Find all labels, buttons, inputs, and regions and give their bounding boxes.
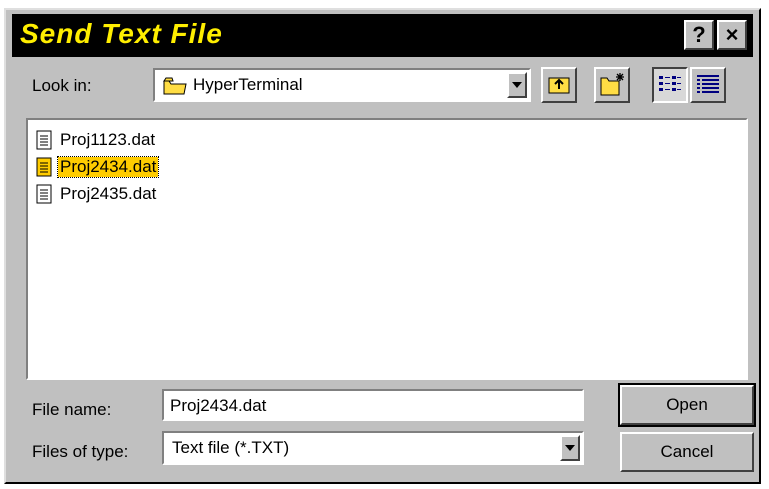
file-name-label: Proj1123.dat <box>60 130 156 149</box>
open-button[interactable]: Open <box>618 383 756 427</box>
details-view-icon <box>697 75 719 93</box>
file-item-proj1123[interactable]: Proj1123.dat <box>36 128 157 152</box>
close-button[interactable]: × <box>717 20 747 50</box>
title-bar[interactable]: Send Text File ? × <box>12 14 753 57</box>
file-name-value: Proj2434.dat <box>170 396 267 415</box>
look-in-value: HyperTerminal <box>193 75 303 94</box>
help-button[interactable]: ? <box>684 20 714 50</box>
look-in-label: Look in: <box>32 76 92 95</box>
chevron-down-icon <box>512 82 522 88</box>
files-of-type-value: Text file (*.TXT) <box>172 438 290 457</box>
files-of-type-label: Files of type: <box>32 442 129 461</box>
cancel-button[interactable]: Cancel <box>620 432 754 472</box>
file-list[interactable]: Proj1123.dat Proj2434.dat Proj2435.dat <box>26 118 748 380</box>
files-of-type-dropdown-button[interactable] <box>560 435 580 461</box>
folder-icon <box>163 77 187 95</box>
send-text-file-dialog: Send Text File ? × Look in: HyperTermina… <box>4 8 761 484</box>
file-name-input[interactable]: Proj2434.dat <box>162 389 584 421</box>
details-view-button[interactable] <box>690 67 726 103</box>
chevron-down-icon <box>565 445 575 451</box>
file-name-label: Proj2434.dat <box>56 156 160 178</box>
text-document-icon <box>36 157 52 177</box>
create-new-folder-icon <box>600 73 624 96</box>
look-in-dropdown-button[interactable] <box>507 72 527 98</box>
create-new-folder-button[interactable] <box>594 67 630 103</box>
dialog-title: Send Text File <box>20 18 223 49</box>
files-of-type-dropdown[interactable]: Text file (*.TXT) <box>162 431 584 465</box>
list-view-icon <box>659 76 681 91</box>
up-one-level-button[interactable] <box>541 67 577 103</box>
text-document-icon <box>36 184 52 204</box>
file-item-proj2435[interactable]: Proj2435.dat <box>36 182 158 206</box>
list-view-button[interactable] <box>652 67 688 103</box>
file-name-label-text: File name: <box>32 400 112 419</box>
file-item-proj2434[interactable]: Proj2434.dat <box>36 155 160 179</box>
look-in-dropdown[interactable]: HyperTerminal <box>153 68 531 102</box>
up-one-level-icon <box>548 77 570 94</box>
text-document-icon <box>36 130 52 150</box>
file-name-label: Proj2435.dat <box>60 184 157 203</box>
